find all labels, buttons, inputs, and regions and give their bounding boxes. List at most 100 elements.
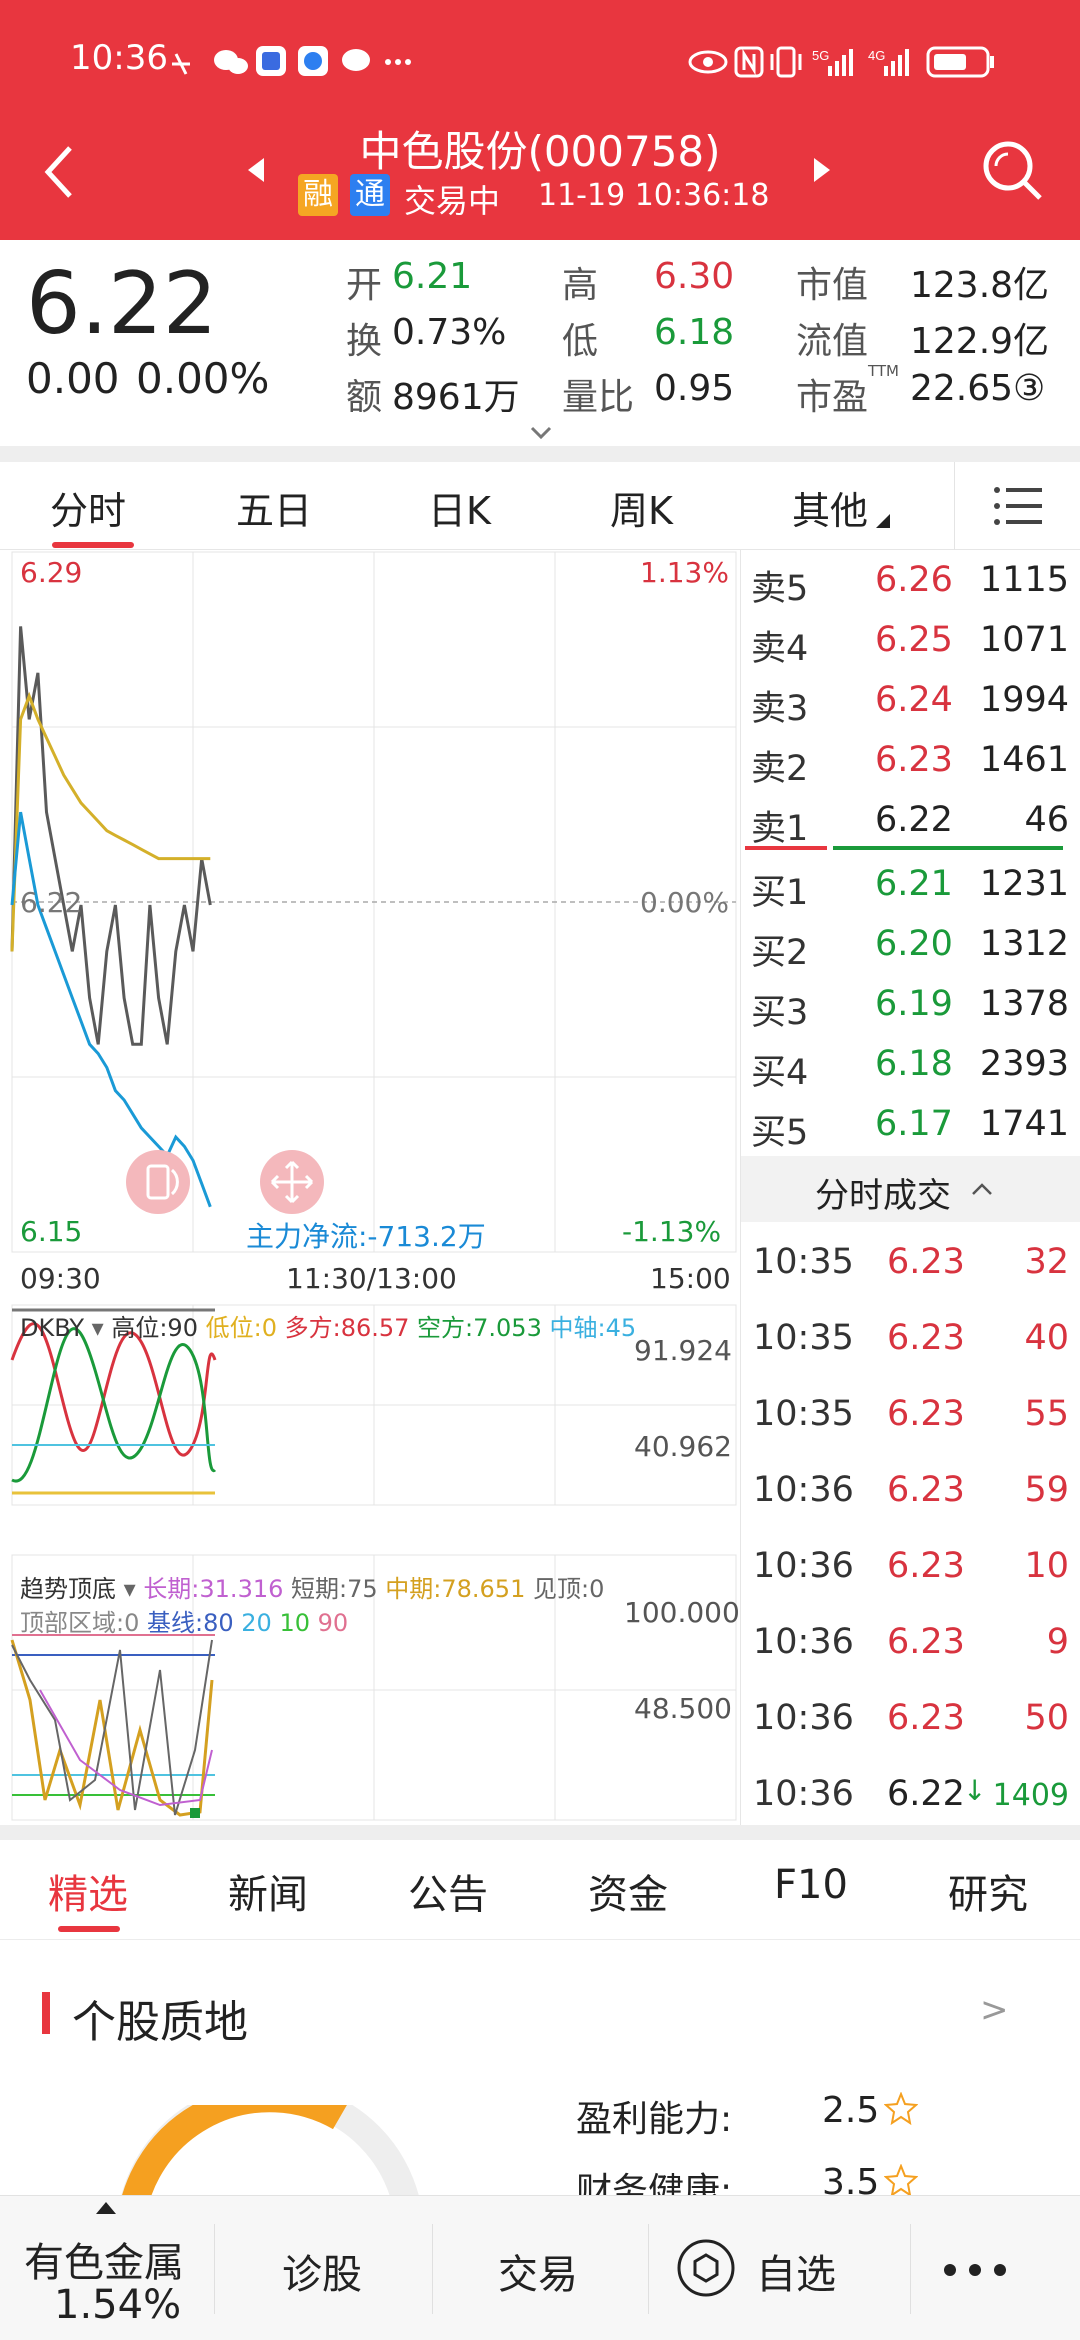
trend-base: 基线:80	[147, 1609, 234, 1637]
health-label: 财务健康:	[576, 2171, 733, 2195]
status-app-icons	[172, 46, 411, 76]
search-icon[interactable]	[980, 138, 1044, 202]
tab-other[interactable]: 其他	[792, 480, 868, 535]
low-label: 低	[562, 321, 599, 362]
nav-separator	[910, 2224, 911, 2314]
bid-row[interactable]: 买5 6.17 1741	[741, 1096, 1080, 1156]
tab-intraday[interactable]: 分时	[50, 480, 126, 535]
trade-volume: 40	[1024, 1318, 1069, 1358]
trade-price: 6.23	[887, 1394, 965, 1434]
battery-icon	[926, 46, 994, 78]
fullscreen-button[interactable]	[260, 1150, 324, 1214]
prev-stock-button[interactable]	[246, 156, 266, 184]
price-change-pct: 0.00%	[136, 354, 270, 403]
trend-mid-line	[10, 1639, 214, 1817]
ask-volume: 46	[1024, 800, 1069, 840]
signal-5g-icon: 5G	[812, 48, 853, 76]
trade-row: 10:35 6.23 32	[741, 1234, 1080, 1294]
price-line	[10, 626, 212, 1046]
intraday-chart[interactable]: 6.29 1.13% 6.22 0.00% 6.15 -1.13% 主力净流:-…	[0, 550, 740, 1825]
bid-row[interactable]: 买1 6.21 1231	[741, 856, 1080, 916]
tab-daily-k[interactable]: 日K	[428, 480, 491, 535]
low-value: 6.18	[654, 312, 735, 353]
trend-mid-value: 48.500	[634, 1692, 732, 1725]
trade-time: 10:36	[753, 1470, 854, 1510]
ask-row[interactable]: 卖1 6.22 46	[741, 792, 1080, 852]
bid-volume: 1741	[979, 1104, 1069, 1144]
tab-weekly-k[interactable]: 周K	[610, 480, 673, 535]
expand-chevron-icon[interactable]	[530, 426, 552, 440]
float-value: 122.9亿	[910, 321, 1050, 362]
trade-time: 10:36	[753, 1546, 854, 1586]
tab-research[interactable]: 研究	[948, 1862, 1028, 1920]
section-more-button[interactable]: >	[980, 1990, 1009, 2030]
down-arrow-icon: ↓	[963, 1774, 987, 1807]
trade-price: 6.23	[887, 1546, 965, 1586]
tab-announcements[interactable]: 公告	[408, 1862, 488, 1920]
tab-five-day[interactable]: 五日	[236, 480, 312, 535]
tab-featured[interactable]: 精选	[48, 1862, 128, 1920]
ask-price: 6.25	[875, 620, 953, 660]
next-stock-button[interactable]	[812, 156, 832, 184]
ask-row[interactable]: 卖5 6.26 1115	[741, 552, 1080, 612]
pe-value: 22.65③	[910, 368, 1046, 409]
ask-label: 卖3	[751, 689, 809, 729]
section-marker	[42, 1992, 50, 2034]
dkby-legend[interactable]: DKBY ▾ 高位:90 低位:0 多方:86.57 空方:7.053 中轴:4…	[20, 1308, 636, 1343]
ask-row[interactable]: 卖3 6.24 1994	[741, 672, 1080, 732]
diagnose-button[interactable]: 诊股	[282, 2242, 362, 2300]
trend-long-term: 长期:31.316	[143, 1575, 284, 1603]
silent-icon	[172, 53, 190, 75]
back-button[interactable]	[42, 144, 78, 200]
ask-price: 6.24	[875, 680, 953, 720]
trend-marker	[190, 1808, 200, 1818]
mktcap-value: 123.8亿	[910, 265, 1050, 306]
bid-row[interactable]: 买4 6.18 2393	[741, 1036, 1080, 1096]
trend-legend[interactable]: 趋势顶底 ▾ 长期:31.316 短期:75 中期:78.651 见顶:0 顶部…	[20, 1572, 720, 1640]
vibrate-icon	[770, 46, 802, 78]
more-icon[interactable]	[940, 2260, 1010, 2280]
trade-row: 10:36 6.23 10	[741, 1538, 1080, 1598]
volratio-value: 0.95	[654, 368, 735, 409]
trade-price: 6.22	[887, 1774, 965, 1814]
sector-name[interactable]: 有色金属	[24, 2230, 184, 2288]
rotate-button[interactable]	[126, 1150, 190, 1214]
bid-volume: 1378	[979, 984, 1069, 1024]
tab-f10[interactable]: F10	[774, 1862, 848, 1908]
list-settings-icon[interactable]	[992, 482, 1044, 530]
dkby-mid-value: 40.962	[634, 1430, 732, 1463]
app2-icon	[298, 46, 328, 76]
trades-header[interactable]: 分时成交	[741, 1156, 1080, 1222]
trade-button[interactable]: 交易	[498, 2242, 578, 2300]
ask-row[interactable]: 卖4 6.25 1071	[741, 612, 1080, 672]
watchlist-button[interactable]: 自选	[676, 2238, 890, 2298]
bid-price: 6.18	[875, 1044, 953, 1084]
dkby-low: 低位:0	[205, 1314, 277, 1342]
divider	[0, 1825, 1080, 1840]
tab-news[interactable]: 新闻	[228, 1862, 308, 1920]
bid-volume: 1231	[979, 864, 1069, 904]
trade-row: 10:36 6.23 9	[741, 1614, 1080, 1674]
bid-label: 买4	[751, 1053, 809, 1093]
ask-volume: 1994	[979, 680, 1069, 720]
trend-dropdown-icon: ▾	[116, 1575, 144, 1603]
ask-row[interactable]: 卖2 6.23 1461	[741, 732, 1080, 792]
pe-ttm-label: TTM	[868, 362, 900, 380]
trade-row: 10:35 6.23 40	[741, 1310, 1080, 1370]
ask-bar	[745, 846, 827, 850]
time-end-label: 15:00	[650, 1262, 731, 1295]
status-time: 10:36	[70, 38, 168, 78]
ask-volume: 1461	[979, 740, 1069, 780]
bid-row[interactable]: 买3 6.19 1378	[741, 976, 1080, 1036]
time-start-label: 09:30	[20, 1262, 101, 1295]
dkby-long: 多方:86.57	[284, 1314, 410, 1342]
trade-price: 6.23	[887, 1470, 965, 1510]
dkby-dropdown-icon: ▾	[84, 1314, 112, 1342]
dkby-axis: 中轴:45	[549, 1314, 637, 1342]
bid-row[interactable]: 买2 6.20 1312	[741, 916, 1080, 976]
tab-funds[interactable]: 资金	[588, 1862, 668, 1920]
price-top-label: 6.29	[20, 556, 83, 589]
main-net-flow-label: 主力净流:-713.2万	[246, 1220, 486, 1253]
chart-tabs: 分时 五日 日K 周K 其他	[0, 462, 1080, 550]
watchlist-label: 自选	[756, 2252, 836, 2298]
